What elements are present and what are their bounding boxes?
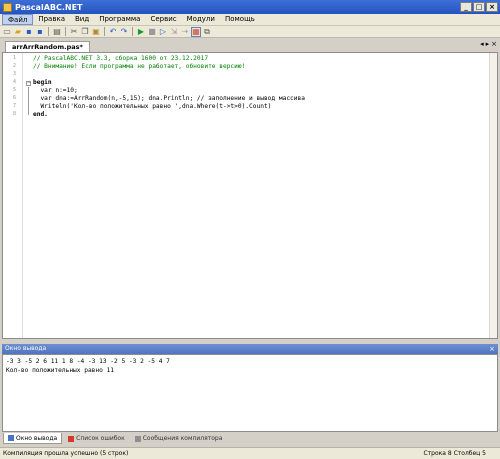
line-number: 1 — [12, 55, 16, 61]
undo-icon[interactable]: ↶ — [108, 27, 118, 37]
menu-view[interactable]: Вид — [70, 14, 94, 25]
tab-compiler-messages-label: Сообщения компилятора — [142, 435, 223, 442]
menu-help[interactable]: Помощь — [220, 14, 260, 25]
error-list-icon — [68, 435, 75, 442]
redo-icon[interactable]: ↷ — [119, 27, 129, 37]
cut-icon[interactable]: ✂ — [69, 27, 79, 37]
code-line: // PascalABC.NET 3.3, сборка 1600 от 23.… — [33, 55, 209, 62]
menu-bar: Файл Правка Вид Программа Сервис Модули … — [0, 14, 500, 26]
line-number: 6 — [12, 95, 16, 101]
line-number: 7 — [12, 103, 16, 109]
code-editor[interactable]: 1 2 3 4 5 6 7 8 − // PascalABC.NET 3.3, … — [2, 52, 498, 339]
toolbar-separator — [132, 27, 133, 36]
chevron-right-icon[interactable]: ▸ — [486, 40, 490, 48]
open-folder-icon[interactable]: ▰ — [13, 27, 23, 37]
stop-icon[interactable]: ■ — [147, 27, 157, 37]
app-icon — [3, 2, 12, 12]
menu-file[interactable]: Файл — [2, 14, 34, 25]
save-icon[interactable]: ▪ — [24, 27, 34, 37]
menu-edit[interactable]: Правка — [33, 14, 70, 25]
output-panel-header: Окно вывода × — [2, 344, 498, 354]
cursor-position: Строка 8 Столбец 5 — [423, 450, 487, 457]
tab-arrarrrandom[interactable]: arrArrRandom.pas* — [5, 41, 90, 52]
fold-toggle-icon[interactable]: − — [26, 81, 31, 86]
close-panel-icon[interactable]: × — [489, 344, 495, 354]
code-line: end. — [33, 111, 48, 118]
debug-step-icon[interactable]: ▷ — [158, 27, 168, 37]
paste-icon[interactable]: ▣ — [91, 27, 101, 37]
form-designer-icon[interactable]: ▦ — [191, 26, 201, 37]
close-button[interactable]: × — [486, 2, 498, 12]
output-window-icon — [8, 435, 14, 441]
code-line: var n:=10; — [33, 87, 78, 94]
window-controls: _ □ × — [460, 2, 498, 12]
print-icon[interactable]: ▤ — [52, 27, 62, 37]
copy-icon[interactable]: ❐ — [80, 27, 90, 37]
step-into-icon[interactable]: ⇲ — [169, 27, 179, 37]
title-bar: PascalABC.NET _ □ × — [0, 0, 500, 14]
output-window[interactable]: -3 3 -5 2 6 11 1 8 -4 -3 13 -2 5 -3 2 -5… — [2, 354, 498, 432]
chevron-left-icon[interactable]: ◂ — [480, 40, 484, 48]
status-message: Компиляция прошла успешно (5 строк) — [3, 450, 129, 457]
toolbar-separator — [48, 27, 49, 36]
code-line: Writeln('Кол-во положительных равно ',dn… — [33, 103, 272, 110]
line-number: 8 — [12, 111, 16, 117]
editor-scrollbar[interactable] — [489, 53, 497, 338]
line-number: 3 — [12, 71, 16, 77]
step-over-icon[interactable]: ⇢ — [180, 27, 190, 37]
code-line: var dna:=ArrRandom(n,-5,15); dna.Println… — [33, 95, 305, 102]
compiler-messages-icon — [134, 435, 141, 442]
run-icon[interactable]: ▶ — [136, 27, 146, 37]
document-tabstrip: arrArrRandom.pas* ◂ ▸ × — [0, 39, 500, 52]
output-toggle-icon[interactable]: ⧉ — [202, 27, 212, 37]
fold-guide — [28, 87, 29, 115]
code-lines: // PascalABC.NET 3.3, сборка 1600 от 23.… — [33, 54, 305, 124]
menu-modules[interactable]: Модули — [182, 14, 220, 25]
output-panel-title: Окно вывода — [5, 345, 47, 352]
line-number-gutter: 1 2 3 4 5 6 7 8 — [3, 53, 23, 338]
tab-error-list-label: Список ошибок — [76, 435, 125, 442]
menu-service[interactable]: Сервис — [145, 14, 181, 25]
tab-error-list[interactable]: Список ошибок — [64, 433, 129, 444]
output-line: Кол-во положительных равно 11 — [6, 367, 115, 374]
tab-output-window-label: Окно вывода — [16, 434, 58, 442]
line-number: 5 — [12, 87, 16, 93]
tab-navigation: ◂ ▸ × — [480, 40, 497, 48]
save-all-icon[interactable]: ▪ — [35, 27, 45, 37]
new-file-icon[interactable]: ▭ — [2, 27, 12, 37]
close-tab-icon[interactable]: × — [491, 40, 497, 48]
line-number: 4 — [12, 79, 16, 85]
tab-compiler-messages[interactable]: Сообщения компилятора — [131, 433, 227, 444]
maximize-button[interactable]: □ — [473, 2, 485, 12]
code-line: begin — [33, 79, 52, 86]
tab-output-window[interactable]: Окно вывода — [3, 433, 63, 444]
toolbar-separator — [65, 27, 66, 36]
window-title: PascalABC.NET — [15, 2, 83, 12]
code-line: // Внимание! Если программа не работает,… — [33, 63, 246, 70]
toolbar-separator — [104, 27, 105, 36]
status-bar: Компиляция прошла успешно (5 строк) Стро… — [0, 447, 500, 459]
bottom-tabs: Окно вывода Список ошибок Сообщения комп… — [0, 433, 500, 446]
output-line: -3 3 -5 2 6 11 1 8 -4 -3 13 -2 5 -3 2 -5… — [6, 358, 170, 365]
toolbar: ▭ ▰ ▪ ▪ ▤ ✂ ❐ ▣ ↶ ↷ ▶ ■ ▷ ⇲ ⇢ ▦ ⧉ — [0, 26, 500, 38]
minimize-button[interactable]: _ — [460, 2, 472, 12]
menu-program[interactable]: Программа — [94, 14, 145, 25]
line-number: 2 — [12, 63, 16, 69]
